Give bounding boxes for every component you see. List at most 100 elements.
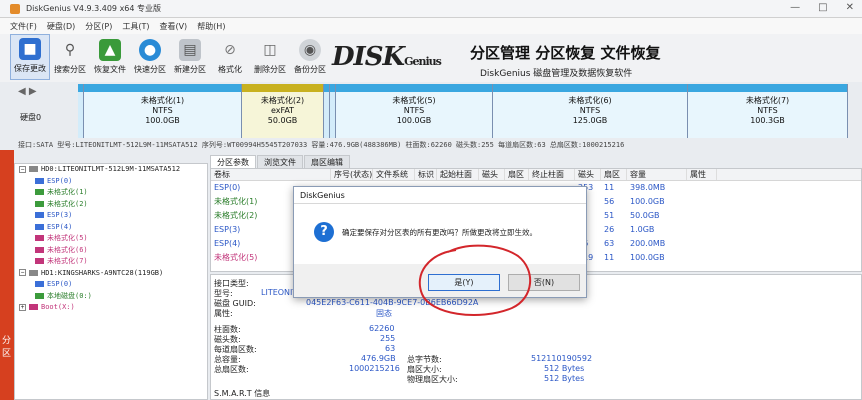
partition-segment-1[interactable]: 未格式化(1) NTFS 100.0GB [84,84,242,138]
partition-segment-6[interactable]: 未格式化(6) NTFS 125.0GB [493,84,688,138]
tree-disk-node[interactable]: + Boot(X:) [15,302,207,314]
tree-partition-node[interactable]: 未格式化(6) [15,245,207,257]
col-header[interactable]: 扇区 [505,169,529,180]
format-icon: ⊘ [224,42,236,58]
menu-partition[interactable]: 分区(P) [85,21,112,32]
quick-partition-button[interactable]: ● 快速分区 [130,34,170,80]
disk-label: 硬盘0 [20,112,41,123]
menu-file[interactable]: 文件(F) [10,21,37,32]
table-cell [687,223,717,237]
col-header[interactable]: 磁头 [575,169,601,180]
sector-size-value: 512 Bytes [544,364,585,373]
tree-disk-node[interactable]: − HD0:LITEONITLMT-512L9M-11MSATA512 [15,164,207,176]
save-icon: ■ [19,38,41,60]
tree-partition-node[interactable]: ESP(0) [15,279,207,291]
disk-label-text: 硬盘0 [20,113,42,122]
save-confirm-dialog: DiskGenius ? 确定要保存对分区表的所有更改吗？所做更改将立即生效。 … [293,186,587,298]
banner-subtitle: DiskGenius 磁盘管理及数据恢复软件 [480,69,633,79]
yes-button[interactable]: 是(Y) [428,274,500,291]
recover-files-icon: ▲ [99,39,121,61]
segment-fs: NTFS [579,106,601,115]
tree-partition-node[interactable]: 未格式化(1) [15,187,207,199]
delete-icon: ◫ [263,42,277,58]
col-header[interactable]: 卷标 [211,169,331,180]
partition-segment-5[interactable]: 未格式化(5) NTFS 100.0GB [336,84,493,138]
tree-node-label: 未格式化(6) [47,245,88,254]
tab-partition-params[interactable]: 分区参数 [210,155,256,168]
format-button[interactable]: ⊘ 格式化 [210,34,250,80]
expand-icon[interactable]: + [19,303,26,311]
segment-name: 未格式化(7) [745,96,790,105]
table-cell: 200.0MB [630,239,666,248]
diskgenius-logo: DISKGenius [332,42,442,72]
close-button[interactable]: ✕ [846,2,854,13]
tree-node-label: ESP(4) [47,222,73,231]
tree-partition-node[interactable]: 未格式化(5) [15,233,207,245]
table-cell [687,251,717,265]
backup-partition-label: 备份分区 [294,65,326,74]
col-header[interactable]: 标识 [415,169,437,180]
collapse-icon[interactable]: − [19,269,26,276]
total-bytes-value: 512110190592 [531,354,593,363]
logo-sub-text: Genius [404,55,442,68]
property-label: 属性: [214,309,233,318]
cylinders-value: 62260 [369,324,395,333]
segment-size: 100.0GB [145,116,180,125]
minimize-button[interactable]: — [790,2,800,13]
col-header[interactable]: 文件系统 [373,169,415,180]
tree-partition-node[interactable]: 本地磁盘(0:) [15,291,207,303]
dialog-title: DiskGenius [294,187,586,204]
desktop-label: 分区 [2,336,12,359]
table-cell: 56 [604,197,615,206]
new-partition-button[interactable]: ▤ 新建分区 [170,34,210,80]
tab-browse-files[interactable]: 浏览文件 [257,155,303,168]
disk-nav-arrows[interactable]: ◀ ▶ [18,86,37,97]
menu-disk[interactable]: 硬盘(D) [47,21,75,32]
col-header[interactable]: 容量 [627,169,687,180]
title-bar: DiskGenius V4.9.3.409 x64 专业版 — □ ✕ [0,0,862,18]
table-cell: 1.0GB [630,225,655,234]
tab-sector-editor[interactable]: 扇区编辑 [304,155,350,168]
app-icon [10,3,20,14]
search-partition-label: 搜索分区 [54,65,86,74]
col-header[interactable]: 序号(状态) [331,169,373,180]
tree-node-label: 未格式化(2) [47,199,88,208]
disk-icon [29,269,38,276]
smart-info-label: S.M.A.R.T 信息 [214,389,271,398]
menu-tools[interactable]: 工具(T) [122,21,149,32]
partition-icon [35,200,44,207]
collapse-icon[interactable]: − [19,165,26,173]
sectors-per-track-value: 63 [385,344,396,353]
no-button[interactable]: 否(N) [508,274,580,291]
col-header[interactable]: 属性 [687,169,717,180]
recover-files-button[interactable]: ▲ 恢复文件 [90,34,130,80]
col-header[interactable]: 扇区 [601,169,627,180]
quick-partition-icon: ● [139,39,161,61]
partition-segment-2[interactable]: 未格式化(2) exFAT 50.0GB [242,84,324,138]
tree-node-label: HD0:LITEONITLMT-512L9M-11MSATA512 [41,165,181,173]
tree-disk-node[interactable]: − HD1:KINGSHARKS-A9NTC28(119GB) [15,268,207,280]
physical-sector-size-value: 512 Bytes [544,374,585,383]
segment-fs: NTFS [152,106,173,115]
delete-partition-button[interactable]: ◫ 删除分区 [250,34,290,80]
maximize-button[interactable]: □ [818,2,827,13]
search-partition-button[interactable]: ⚲ 搜索分区 [50,34,90,80]
partition-icon [35,292,44,299]
tree-partition-node[interactable]: ESP(4) [15,222,207,234]
table-cell: 51 [604,211,615,220]
menu-help[interactable]: 帮助(H) [197,21,225,32]
partition-segment-7[interactable]: 未格式化(7) NTFS 100.3GB [688,84,848,138]
table-cell: 11 [604,183,615,192]
col-header[interactable]: 磁头 [479,169,505,180]
col-header[interactable]: 起始柱面 [437,169,479,180]
col-header[interactable]: 终止柱面 [529,169,575,180]
desktop-edge: 分区 [0,150,14,400]
save-changes-button[interactable]: ■ 保存更改 [10,34,50,80]
tree-partition-node[interactable]: ESP(3) [15,210,207,222]
tree-node-label: 未格式化(7) [47,257,88,265]
tree-partition-node[interactable]: ESP(0) [15,176,207,188]
tree-partition-node[interactable]: 未格式化(7) [15,256,207,268]
tree-partition-node[interactable]: 未格式化(2) [15,199,207,211]
backup-partition-button[interactable]: ◉ 备份分区 [290,34,330,80]
menu-view[interactable]: 查看(V) [159,21,187,32]
